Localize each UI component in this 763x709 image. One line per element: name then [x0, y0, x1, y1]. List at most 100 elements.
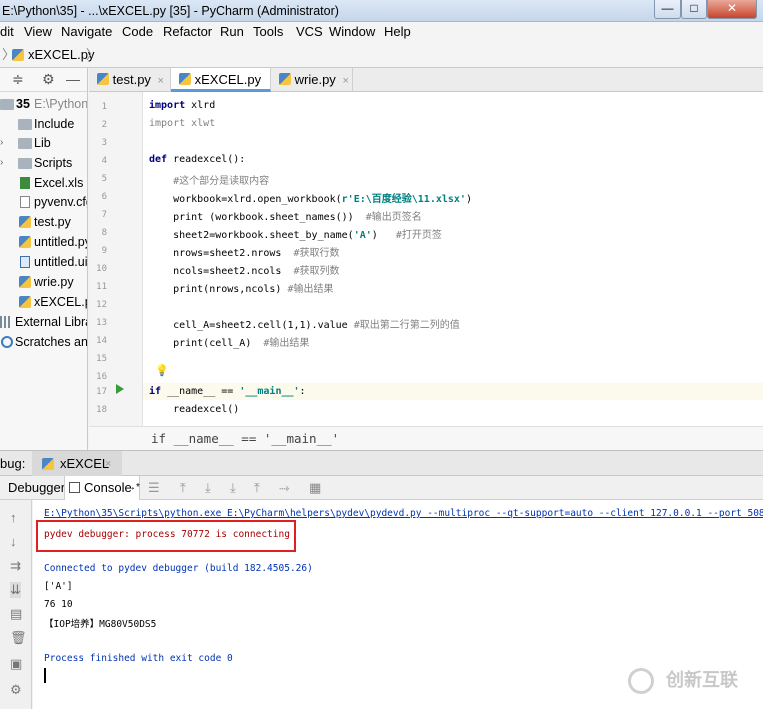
tab-wrie-py[interactable]: wrie.py × [271, 68, 353, 92]
nav-file-crumb[interactable]: xEXCEL.py [28, 42, 94, 68]
step-out-icon[interactable]: ⤒ [254, 476, 260, 500]
tab-test-py[interactable]: test.py × [89, 68, 171, 92]
tab-debugger[interactable]: Debugger [8, 476, 65, 500]
tree-item-label: untitled.ui [34, 255, 88, 269]
debug-session-label: xEXCEL [60, 456, 110, 471]
python-file-icon [179, 73, 191, 85]
step-into-my-code-icon[interactable]: ⤓ [230, 476, 236, 500]
code-line: print(nrows,ncols) #输出结果 [149, 284, 334, 295]
collapse-all-icon[interactable]: ≑ [12, 71, 24, 88]
window-title-bar: E:\Python\35] - ...\xEXCEL.py [35] - PyC… [0, 0, 763, 22]
close-window-button[interactable]: ✕ [707, 0, 757, 19]
code-line: #这个部分是读取内容 [149, 176, 270, 187]
console-side-toolbar: ↑ ↓ ⇉ ⇊ ▤ 🗑 ▣ ⚙ [0, 500, 32, 709]
line-number: 13 [96, 318, 107, 328]
highlight-annotation-box [36, 520, 296, 552]
console-tab-suffix: →* [126, 482, 140, 493]
scratch-icon [1, 336, 13, 348]
menu-help[interactable]: Help [384, 22, 411, 42]
scroll-up-icon[interactable]: ↑ [10, 510, 17, 525]
line-number: 2 [101, 120, 107, 130]
menu-tools[interactable]: Tools [253, 22, 283, 42]
code-line: cell_A=sheet2.cell(1,1).value #取出第二行第二列的… [149, 320, 460, 331]
python-file-icon [12, 49, 24, 61]
code-line: sheet2=workbook.sheet_by_name('A') #打开页签 [149, 230, 442, 241]
line-number: 10 [96, 264, 107, 274]
maximize-button[interactable]: □ [681, 0, 707, 19]
console-connected: Connected to pydev debugger (build 182.4… [44, 563, 313, 574]
line-number: 3 [101, 138, 107, 148]
menu-navigate[interactable]: Navigate [61, 22, 112, 42]
folder-icon [18, 138, 32, 149]
layout-icon[interactable]: ▣ [10, 656, 22, 672]
run-arrow-icon[interactable] [116, 384, 124, 394]
code-line: print (workbook.sheet_names()) #输出页签名 [149, 212, 422, 223]
settings-icon[interactable]: ⚙ [10, 682, 22, 698]
gear-icon[interactable]: ⚙ [42, 71, 55, 88]
expand-arrow-icon[interactable]: › [0, 153, 3, 173]
close-icon[interactable]: × [158, 75, 164, 87]
menu-lines-icon[interactable]: ☰ [148, 476, 160, 500]
code-line: import xlrd [149, 100, 216, 111]
close-icon[interactable]: × [105, 451, 111, 477]
menu-view[interactable]: View [24, 22, 52, 42]
python-file-icon [19, 296, 31, 308]
code-line: nrows=sheet2.nrows #获取行数 [149, 248, 340, 259]
minimize-button[interactable]: — [654, 0, 681, 19]
excel-file-icon [20, 177, 30, 189]
folder-icon [18, 158, 32, 169]
file-icon [20, 196, 30, 208]
menu-run[interactable]: Run [220, 22, 244, 42]
tab-label: xEXCEL.py [194, 72, 262, 87]
soft-wrap-icon[interactable]: ⇉ [10, 558, 21, 574]
console-output-line: 76 10 [44, 599, 73, 610]
console-finished: Process finished with exit code 0 [44, 653, 233, 664]
watermark-logo-icon [628, 668, 654, 694]
line-number: 12 [96, 300, 107, 310]
tab-label: test.py [112, 72, 151, 87]
python-file-icon [19, 276, 31, 288]
python-file-icon [279, 73, 291, 85]
menu-refactor[interactable]: Refactor [163, 22, 212, 42]
tab-label: wrie.py [294, 72, 336, 87]
menu-edit[interactable]: dit [0, 22, 14, 42]
tree-item-label: pyvenv.cfg [34, 195, 88, 209]
project-toolbar: ≑ ⚙ — [0, 68, 87, 92]
ui-file-icon [20, 256, 30, 268]
menu-bar: dit View Navigate Code Refactor Run Tool… [0, 22, 763, 42]
tree-item-label: Lib [34, 136, 51, 150]
code-editor[interactable]: 1 2 3 4 5 6 7 8 9 10 11 12 13 14 15 16 1… [89, 92, 763, 426]
menu-vcs[interactable]: VCS [296, 22, 323, 42]
code-breadcrumb[interactable]: if __name__ == '__main__' [89, 426, 763, 450]
menu-window[interactable]: Window [329, 22, 375, 42]
step-over-icon[interactable]: ⤒ [180, 476, 186, 500]
print-icon[interactable]: ▤ [10, 606, 22, 622]
close-icon[interactable]: × [342, 75, 348, 87]
tab-xexcel-py[interactable]: xEXCEL.py × [171, 68, 271, 111]
breadcrumb-text: if __name__ == '__main__' [151, 431, 340, 446]
step-into-icon[interactable]: ⤓ [205, 476, 211, 500]
run-to-cursor-icon[interactable]: ⤑ [279, 476, 289, 500]
tree-item-label: Scratches and [15, 335, 88, 349]
project-root-path: E:\Python\ [34, 97, 88, 111]
navigation-bar: 〉 xEXCEL.py 〉 [0, 42, 763, 68]
python-file-icon [97, 73, 109, 85]
scroll-down-icon[interactable]: ↓ [10, 534, 17, 549]
menu-code[interactable]: Code [122, 22, 153, 42]
debug-tool-window-header: bug: xEXCEL × [0, 450, 763, 477]
line-number: 8 [101, 228, 107, 238]
console-icon [69, 482, 80, 493]
library-icon [0, 316, 12, 328]
lightbulb-icon[interactable]: 💡 [155, 364, 169, 377]
hide-panel-icon[interactable]: — [66, 71, 80, 87]
evaluate-expression-icon[interactable]: ▦ [309, 476, 321, 500]
watermark-text: 创新互联 [666, 670, 738, 690]
scroll-to-end-icon[interactable]: ⇊ [10, 582, 21, 598]
line-number: 16 [96, 372, 107, 382]
clear-all-icon[interactable]: 🗑 [10, 630, 27, 646]
project-root-name: 35 [16, 97, 30, 111]
tree-item-label: test.py [34, 215, 71, 229]
expand-arrow-icon[interactable]: › [0, 133, 3, 153]
console-output-line: 【IOP培养】MG80V50DS5 [44, 619, 157, 630]
project-tool-window: ≑ ⚙ — 35 E:\Python\ Include › Lib › Scri… [0, 68, 88, 450]
